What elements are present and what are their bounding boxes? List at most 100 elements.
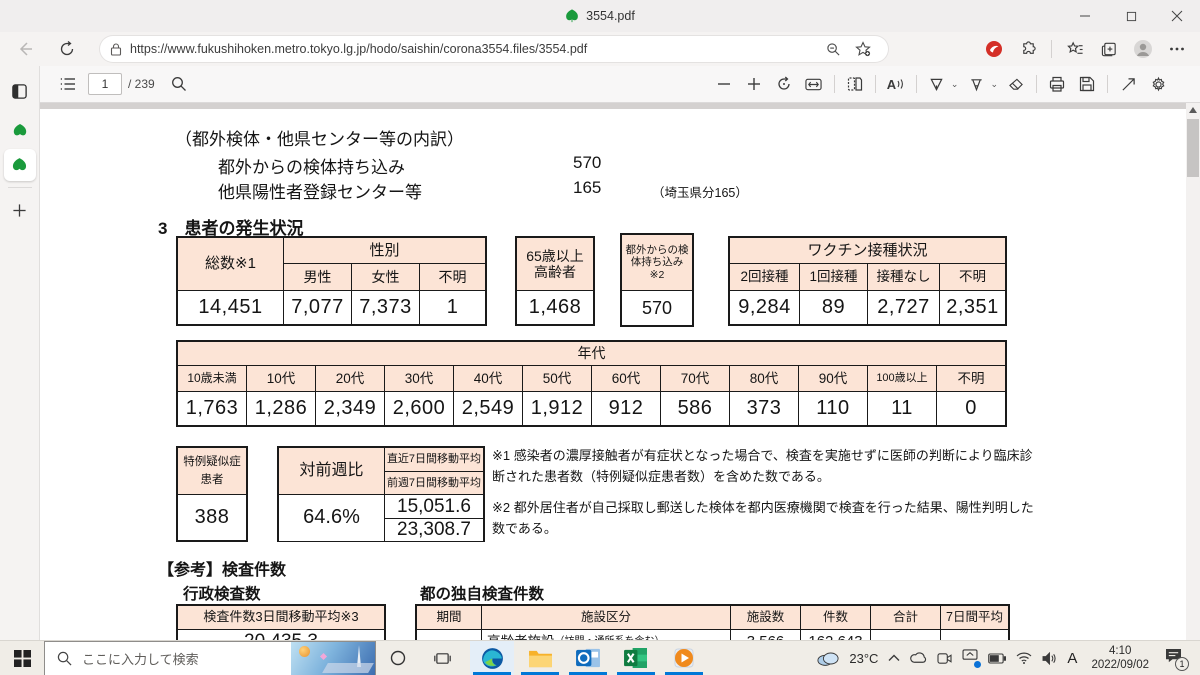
battery-icon[interactable] bbox=[988, 653, 1006, 664]
browser-window: 3554.pdf https://www.fukushihoken.metro.… bbox=[0, 0, 1200, 675]
address-bar[interactable]: https://www.fukushihoken.metro.tokyo.lg.… bbox=[100, 36, 888, 62]
draw-options-chevron[interactable]: ⌄ bbox=[951, 79, 959, 90]
onedrive-icon[interactable] bbox=[910, 652, 927, 664]
age-col-10: 100歳以上 bbox=[868, 366, 936, 391]
tokyo-col-3: 件数 bbox=[801, 606, 870, 629]
maximize-button[interactable] bbox=[1108, 0, 1154, 32]
tokyo-col-2: 施設数 bbox=[731, 606, 800, 629]
age-val-1: 1,286 bbox=[247, 392, 315, 425]
tokyo-row-period bbox=[417, 630, 481, 640]
pdf-page: （都外検体・他県センター等の内訳） 都外からの検体持ち込み 570 他県陽性者登… bbox=[40, 109, 1186, 640]
taskbar-outlook-icon[interactable] bbox=[566, 641, 610, 675]
screen-share-icon[interactable] bbox=[962, 649, 978, 667]
system-tray: 23°C A 4:10 2022/09/02 1 bbox=[817, 641, 1200, 675]
age-col-6: 60代 bbox=[592, 366, 660, 391]
favorite-star-button[interactable] bbox=[848, 34, 878, 64]
elderly-value: 1,468 bbox=[517, 291, 593, 324]
collections-button[interactable] bbox=[1094, 34, 1124, 64]
highlight-options-chevron[interactable]: ⌄ bbox=[990, 79, 998, 90]
favorites-bar-button[interactable] bbox=[1060, 34, 1090, 64]
draw-button[interactable] bbox=[923, 70, 951, 98]
erase-button[interactable] bbox=[1002, 70, 1030, 98]
weather-icon[interactable] bbox=[817, 651, 839, 666]
total-value: 14,451 bbox=[178, 291, 283, 324]
new-tab-button[interactable] bbox=[0, 193, 40, 227]
highlight-button[interactable] bbox=[962, 70, 990, 98]
vaccine-col-1: 1回接種 bbox=[800, 264, 867, 290]
vaccine-table: ワクチン接種状況 2回接種 1回接種 接種なし 不明 9,284 89 2,72… bbox=[728, 236, 1007, 326]
age-val-7: 586 bbox=[661, 392, 729, 425]
taskbar-file-explorer-icon[interactable] bbox=[518, 641, 562, 675]
vaccine-val-1: 89 bbox=[800, 291, 867, 324]
meet-now-icon[interactable] bbox=[937, 652, 952, 665]
tray-expand-chevron[interactable] bbox=[888, 654, 900, 662]
wifi-icon[interactable] bbox=[1016, 652, 1032, 664]
cortana-button[interactable] bbox=[376, 641, 420, 675]
page-view-button[interactable] bbox=[841, 70, 869, 98]
extension-trendmicro-icon[interactable] bbox=[979, 34, 1009, 64]
breakdown-row1-value: 570 bbox=[573, 153, 601, 173]
scroll-up-arrow[interactable] bbox=[1189, 107, 1197, 113]
tokyo-leaf-icon bbox=[565, 9, 579, 23]
zoom-out-button[interactable] bbox=[710, 70, 738, 98]
recent-avg-label: 直近7日間移動平均 bbox=[385, 448, 483, 471]
refresh-button[interactable] bbox=[52, 34, 82, 64]
tokyo-col-1: 施設区分 bbox=[482, 606, 730, 629]
settings-menu-button[interactable] bbox=[1162, 34, 1192, 64]
back-button[interactable] bbox=[10, 34, 40, 64]
tokyo-col-4: 合計 bbox=[871, 606, 940, 629]
age-val-8: 373 bbox=[730, 392, 798, 425]
scrollbar-thumb[interactable] bbox=[1187, 119, 1199, 177]
start-button[interactable] bbox=[0, 641, 44, 675]
close-button[interactable] bbox=[1154, 0, 1200, 32]
tokyo-row-count: 162,643 bbox=[801, 630, 870, 640]
clock[interactable]: 4:10 2022/09/02 bbox=[1091, 644, 1149, 673]
taskbar-search-input[interactable]: ここに入力して検索 bbox=[44, 641, 376, 675]
print-button[interactable] bbox=[1043, 70, 1071, 98]
tab-tokyo-1[interactable] bbox=[0, 114, 40, 148]
age-val-0: 1,763 bbox=[178, 392, 246, 425]
volume-icon[interactable] bbox=[1042, 652, 1057, 665]
vaccine-val-3: 2,351 bbox=[940, 291, 1005, 324]
temperature-text[interactable]: 23°C bbox=[849, 651, 878, 666]
fullscreen-button[interactable] bbox=[1114, 70, 1142, 98]
taskbar-excel-icon[interactable] bbox=[614, 641, 658, 675]
pdf-settings-icon[interactable] bbox=[1144, 70, 1172, 98]
search-document-icon[interactable] bbox=[165, 70, 193, 98]
age-val-4: 2,549 bbox=[454, 392, 522, 425]
tab-tokyo-2-active[interactable] bbox=[0, 148, 40, 182]
note-2: ※2 都外居住者が自己採取し郵送した検体を都内医療機関で検査を行った結果、陽性判… bbox=[492, 497, 1044, 540]
search-box-art bbox=[291, 642, 375, 675]
save-button[interactable] bbox=[1073, 70, 1101, 98]
minimize-button[interactable] bbox=[1062, 0, 1108, 32]
age-val-3: 2,600 bbox=[385, 392, 453, 425]
tab-actions-icon[interactable] bbox=[0, 74, 40, 108]
ime-indicator[interactable]: A bbox=[1067, 650, 1077, 667]
extension-icon[interactable] bbox=[1013, 34, 1043, 64]
zoom-page-icon[interactable] bbox=[818, 34, 848, 64]
read-aloud-button[interactable]: A bbox=[882, 70, 910, 98]
task-view-button[interactable] bbox=[420, 641, 464, 675]
fit-to-width-button[interactable] bbox=[800, 70, 828, 98]
rotate-button[interactable] bbox=[770, 70, 798, 98]
gender-header: 性別 bbox=[284, 238, 485, 263]
pdf-scrollbar[interactable] bbox=[1186, 103, 1200, 640]
age-col-3: 30代 bbox=[385, 366, 453, 391]
vaccine-val-0: 9,284 bbox=[730, 291, 799, 324]
sidebar-divider bbox=[8, 187, 32, 188]
zoom-in-button[interactable] bbox=[740, 70, 768, 98]
outside-header-1: 都外からの検 bbox=[626, 244, 689, 256]
outside-table: 都外からの検体持ち込み※2 570 bbox=[620, 233, 694, 327]
vaccine-val-2: 2,727 bbox=[868, 291, 939, 324]
search-icon bbox=[57, 651, 72, 666]
age-val-2: 2,349 bbox=[316, 392, 384, 425]
table-of-contents-icon[interactable] bbox=[54, 70, 82, 98]
page-number-input[interactable] bbox=[88, 73, 122, 95]
taskbar-media-player-icon[interactable] bbox=[662, 641, 706, 675]
action-center-button[interactable]: 1 bbox=[1165, 648, 1182, 668]
tokyo-col-5: 7日間平均 bbox=[941, 606, 1008, 629]
male-value: 7,077 bbox=[284, 291, 351, 324]
profile-avatar[interactable] bbox=[1128, 34, 1158, 64]
unknown-value: 1 bbox=[420, 291, 485, 324]
taskbar-edge-icon[interactable] bbox=[470, 641, 514, 675]
